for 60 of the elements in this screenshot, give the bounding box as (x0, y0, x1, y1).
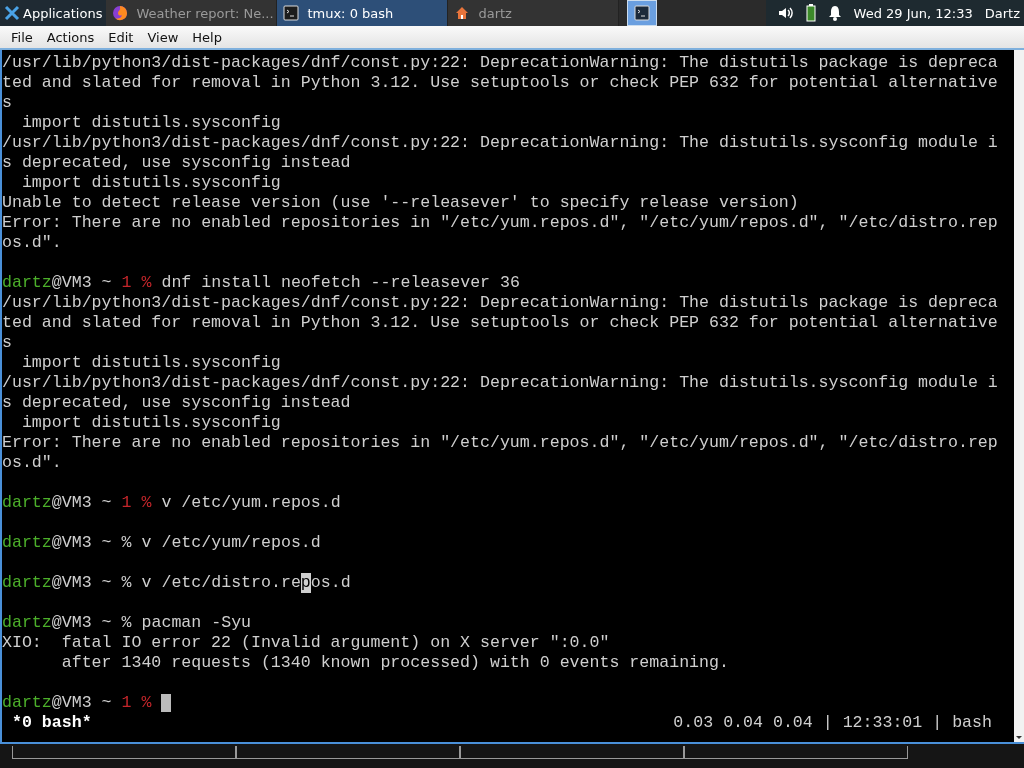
output-line: /usr/lib/python3/dist-packages/dnf/const.py:22: DeprecationWarning: The distutils.sysconfig module i (2, 133, 998, 153)
output-line: /usr/lib/python3/dist-packages/dnf/const.py:22: DeprecationWarning: The distutils package is depreca (2, 53, 998, 73)
tmux-status: 0.03 0.04 0.04 | 12:33:01 | bash (673, 713, 992, 733)
output-line: ted and slated for removal in Python 3.12. Use setuptools or check PEP 632 for potential alternative (2, 313, 998, 333)
browser-icon (112, 5, 129, 21)
output-line: XIO: fatal IO error 22 (Invalid argument) on X server ":0.0" (2, 633, 610, 653)
shell-prompt: dartz@VM3 ~ 1 % (2, 273, 152, 293)
shell-prompt: dartz@VM3 ~ % (2, 533, 132, 553)
output-line: os.d". (2, 233, 62, 253)
shell-prompt: dartz@VM3 ~ % (2, 573, 132, 593)
home-icon (454, 5, 471, 21)
output-line: after 1340 requests (1340 known processed) with 0 events remaining. (60, 653, 729, 673)
terminal-icon (634, 5, 651, 21)
output-line: Unable to detect release version (use '--releasever' to specify release version) (2, 193, 799, 213)
output-line: s (2, 93, 12, 113)
volume-icon[interactable] (777, 5, 794, 21)
output-line: os.d". (2, 453, 62, 473)
command-text: os.d (310, 573, 351, 593)
bell-icon[interactable] (827, 5, 842, 21)
applications-menu[interactable]: Applications (0, 0, 107, 26)
output-line: import distutils.sysconfig (20, 413, 281, 433)
workspace-cell[interactable] (460, 746, 684, 759)
output-line: s deprecated, use sysconfig instead (2, 153, 351, 173)
taskbar-button[interactable]: Weather report: Ne... (106, 0, 278, 26)
terminal-launcher[interactable] (627, 0, 658, 26)
command-text: v /etc/yum/repos.d (141, 533, 321, 553)
output-line: Error: There are no enabled repositories in "/etc/yum.repos.d", "/etc/yum/repos.d", "/etc/distro.rep (2, 433, 998, 453)
shell-prompt: dartz@VM3 ~ % (2, 613, 132, 633)
terminal-icon (283, 5, 300, 21)
command-text: dnf install neofetch --releasever 36 (161, 273, 520, 293)
taskbar-button[interactable]: tmux: 0 bash (277, 0, 449, 26)
clock[interactable]: Wed 29 Jun, 12:33 (853, 5, 973, 21)
workspace-cell[interactable] (684, 746, 908, 759)
output-line: s (2, 333, 12, 353)
menu-item[interactable]: File (4, 29, 40, 45)
command-text: pacman -Syu (141, 613, 252, 633)
command-text: v /etc/distro.re (141, 573, 301, 593)
output-line: ted and slated for removal in Python 3.12. Use setuptools or check PEP 632 for potential alternative (2, 73, 998, 93)
workspace-cell[interactable] (12, 746, 236, 759)
shell-prompt: dartz@VM3 ~ 1 % (2, 693, 152, 713)
x-logo-icon (4, 5, 20, 21)
output-line: /usr/lib/python3/dist-packages/dnf/const.py:22: DeprecationWarning: The distutils package is depreca (2, 293, 998, 313)
output-line: Error: There are no enabled repositories in "/etc/yum.repos.d", "/etc/yum/repos.d", "/etc/distro.rep (2, 213, 998, 233)
user-name[interactable]: Dartz (984, 5, 1020, 21)
menu-item[interactable]: View (140, 29, 186, 45)
battery-icon[interactable] (805, 4, 816, 22)
menu-item[interactable]: Edit (101, 29, 141, 45)
tmux-window-tab[interactable]: *0 bash* (12, 713, 92, 733)
output-line: /usr/lib/python3/dist-packages/dnf/const.py:22: DeprecationWarning: The distutils.sysconfig module i (2, 373, 998, 393)
output-line: import distutils.sysconfig (20, 353, 281, 373)
text-cursor: p (300, 573, 311, 593)
menu-item[interactable]: Actions (39, 29, 102, 45)
command-text: v /etc/yum.repos.d (161, 493, 341, 513)
shell-prompt: dartz@VM3 ~ 1 % (2, 493, 152, 513)
output-line: import distutils.sysconfig (20, 173, 281, 193)
menu-item[interactable]: Help (185, 29, 229, 45)
output-line: s deprecated, use sysconfig instead (2, 393, 351, 413)
taskbar-button[interactable]: dartz (448, 0, 620, 26)
output-line: import distutils.sysconfig (20, 113, 281, 133)
workspace-cell[interactable] (236, 746, 460, 759)
